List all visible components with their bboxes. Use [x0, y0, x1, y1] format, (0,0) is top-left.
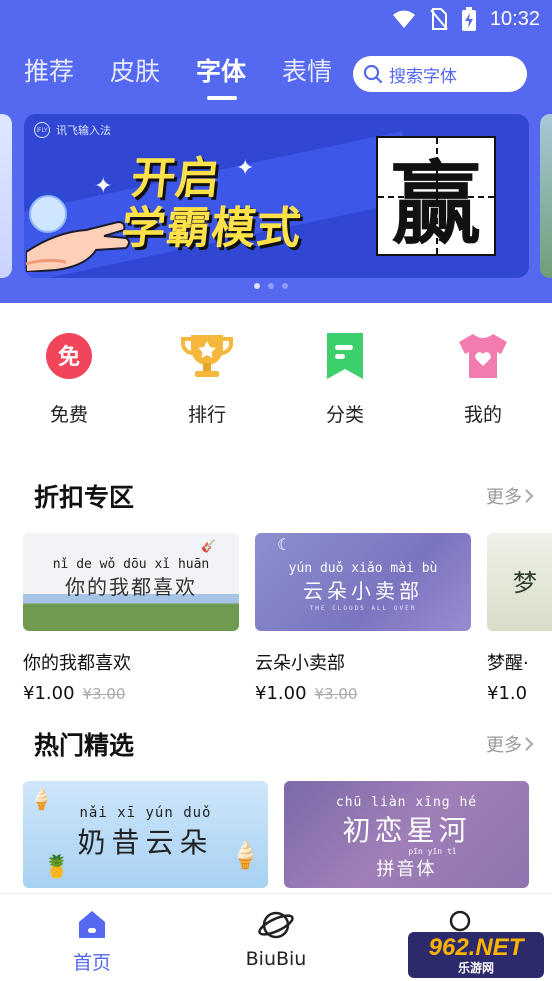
shortcut-ranking[interactable]: 排行 [138, 330, 276, 427]
battery-charging-icon [461, 7, 476, 31]
discount-list: nǐ de wǒ dōu xǐ huān 你的我都喜欢 🎸 你的我都喜欢 ¥1.… [23, 533, 552, 704]
section-title: 热门精选 [34, 731, 135, 760]
no-sim-icon [430, 8, 448, 30]
carousel-dots [254, 283, 288, 289]
shortcut-mine[interactable]: 我的 [414, 330, 552, 427]
shortcut-label: 分类 [325, 404, 364, 426]
preview-text: 云朵小卖部 [303, 579, 423, 603]
home-icon [79, 911, 105, 938]
price: ¥1.00 ¥3.00 [23, 683, 239, 704]
search-input[interactable]: 搜索字体 [353, 56, 527, 92]
font-preview: 梦 [487, 533, 552, 631]
tab-emoji[interactable]: 表情 [282, 55, 332, 89]
shortcut-label: 排行 [187, 404, 226, 426]
guitar-icon: 🎸 [201, 539, 216, 553]
current-price: ¥1.0 [487, 683, 528, 704]
tab-recommend[interactable]: 推荐 [24, 55, 74, 89]
status-time: 10:32 [489, 7, 540, 30]
preview-subtitle: THE CLOUDS ALL OVER [309, 605, 417, 612]
shortcut-label: 免费 [49, 404, 88, 426]
more-label: 更多 [486, 487, 522, 508]
discount-section-header: 折扣专区 更多 [34, 478, 534, 514]
preview-pinyin: nǐ de wǒ dōu xǐ huān [52, 557, 210, 572]
font-card[interactable]: 🍦 🍍 🍦 nǎi xī yún duǒ 奶昔云朵 [23, 781, 268, 888]
watermark-line1: 962.NET [428, 934, 524, 961]
preview-text: 梦 [513, 569, 537, 597]
iflytek-logo-icon: iFLY [34, 122, 50, 138]
carousel-dot[interactable] [282, 283, 288, 289]
wifi-icon [392, 10, 415, 28]
font-card[interactable]: 梦 梦醒· ¥1.0 [487, 533, 552, 704]
original-price: ¥3.00 [82, 685, 126, 703]
font-name: 你的我都喜欢 [23, 653, 131, 674]
free-badge-icon: 免 [43, 330, 95, 382]
watermark-line2: 乐游网 [457, 961, 494, 975]
chevron-right-icon [525, 489, 534, 503]
banner-brand: iFLY 讯飞输入法 [34, 122, 111, 138]
current-price: ¥1.00 [23, 683, 75, 704]
carousel-dot[interactable] [268, 283, 274, 289]
nav-biubiu[interactable]: BiuBiu [184, 894, 368, 981]
shortcut-category[interactable]: 分类 [276, 330, 414, 427]
banner-character-grid: 赢 [376, 136, 496, 257]
tab-fonts[interactable]: 字体 [196, 55, 246, 100]
trophy-icon [181, 330, 233, 382]
planet-icon [258, 911, 294, 939]
chevron-right-icon [525, 737, 534, 751]
hot-list: 🍦 🍍 🍦 nǎi xī yún duǒ 奶昔云朵 chū liàn xīng … [23, 781, 529, 888]
font-name: 梦醒· [487, 653, 529, 674]
free-badge-text: 免 [58, 344, 80, 370]
font-card[interactable]: ☾ yún duǒ xiǎo mài bù 云朵小卖部 THE CLOUDS A… [255, 533, 471, 704]
font-preview: chū liàn xīng hé 初恋星河 pīn yīn tǐ 拼音体 [284, 781, 529, 888]
preview-text: 你的我都喜欢 [65, 575, 197, 599]
search-icon [363, 64, 383, 84]
carousel-next-peek[interactable] [540, 114, 552, 278]
original-price: ¥3.00 [314, 685, 358, 703]
price: ¥1.0 [487, 683, 552, 704]
font-name: 云朵小卖部 [255, 653, 345, 674]
current-price: ¥1.00 [255, 683, 307, 704]
sparkle-icon: ✦ [94, 174, 113, 199]
font-preview: ☾ yún duǒ xiǎo mài bù 云朵小卖部 THE CLOUDS A… [255, 533, 471, 631]
nav-home[interactable]: 首页 [0, 894, 184, 981]
preview-pinyin: yún duǒ xiǎo mài bù [288, 561, 438, 576]
font-preview: nǐ de wǒ dōu xǐ huān 你的我都喜欢 🎸 [23, 533, 239, 631]
shortcut-row: 免 免费 排行 分类 我的 [0, 330, 552, 427]
search-placeholder: 搜索字体 [389, 66, 457, 87]
shortcut-label: 我的 [463, 404, 502, 426]
carousel-dot[interactable] [254, 283, 260, 289]
preview-pinyin: nǎi xī yún duǒ [79, 805, 212, 821]
preview-text: 奶昔云朵 [77, 826, 214, 859]
nav-label: BiuBiu [245, 948, 307, 970]
shortcut-free[interactable]: 免 免费 [0, 330, 138, 427]
font-card[interactable]: nǐ de wǒ dōu xǐ huān 你的我都喜欢 🎸 你的我都喜欢 ¥1.… [23, 533, 239, 704]
preview-subtitle: 拼音体 [376, 859, 437, 880]
font-card[interactable]: chū liàn xīng hé 初恋星河 pīn yīn tǐ 拼音体 [284, 781, 529, 888]
more-label: 更多 [486, 735, 522, 756]
preview-text: 初恋星河 [342, 814, 471, 847]
section-title: 折扣专区 [34, 483, 135, 512]
font-store-screen: 10:32 推荐 皮肤 字体 表情 搜索字体 iFLY 讯飞输入法 ✦ ✦ 开启… [0, 0, 552, 981]
banner-line2: 学霸模式 [118, 203, 305, 254]
category-tabs: 推荐 皮肤 字体 表情 [24, 55, 332, 100]
bookmark-icon [319, 330, 371, 382]
carousel-prev-peek[interactable] [0, 114, 12, 278]
preview-pinyin: chū liàn xīng hé [335, 795, 478, 810]
header: 10:32 推荐 皮肤 字体 表情 搜索字体 iFLY 讯飞输入法 ✦ ✦ 开启… [0, 0, 552, 303]
moon-icon: ☾ [277, 535, 292, 554]
promo-banner[interactable]: iFLY 讯飞输入法 ✦ ✦ 开启 学霸模式 赢 [24, 114, 529, 278]
hot-section-header: 热门精选 更多 [34, 726, 534, 762]
tab-skins[interactable]: 皮肤 [110, 55, 160, 89]
sparkle-icon: ✦ [236, 156, 255, 181]
tshirt-heart-icon [457, 330, 509, 382]
price: ¥1.00 ¥3.00 [255, 683, 471, 704]
banner-character: 赢 [391, 152, 481, 257]
discount-more-link[interactable]: 更多 [486, 483, 534, 509]
font-preview: 🍦 🍍 🍦 nǎi xī yún duǒ 奶昔云朵 [23, 781, 268, 888]
hot-more-link[interactable]: 更多 [486, 731, 534, 757]
banner-brand-name: 讯飞输入法 [56, 124, 111, 137]
watermark-logo: 962.NET 乐游网 [408, 932, 544, 978]
status-bar: 10:32 [392, 6, 540, 32]
nav-label: 首页 [72, 952, 111, 974]
